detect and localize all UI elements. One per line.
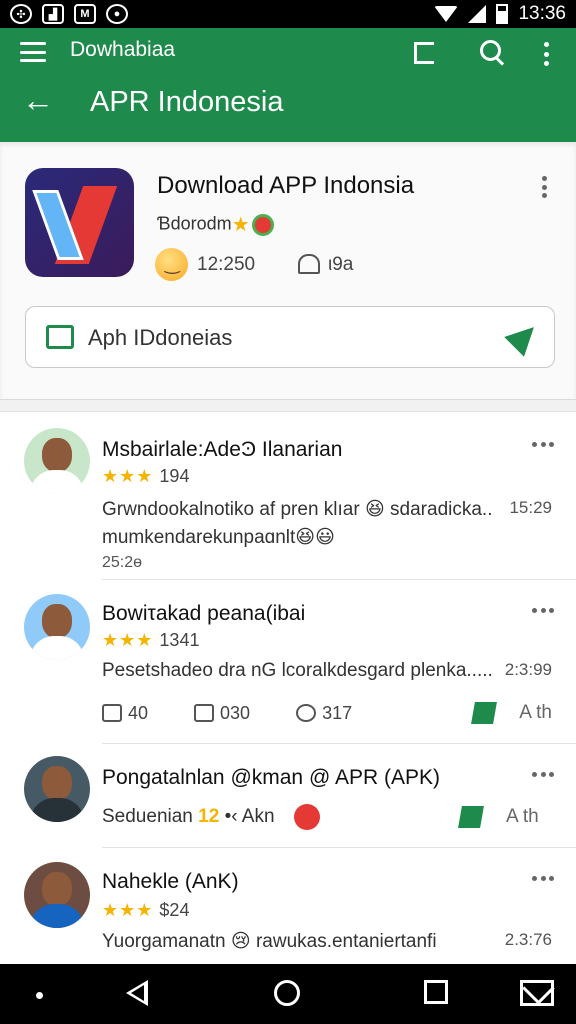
stars: ★★★ [102,630,154,650]
like-count: 40 [128,702,149,723]
rating-stars: ★★★ 194 [102,466,189,487]
settings-icon: ✣ [10,4,32,24]
avatar[interactable] [24,594,90,660]
action-label[interactable]: A th [519,702,552,724]
review-subtext: Seduenian 12 •‹ Akn [102,804,320,830]
review-text: Pesetshadeo dra nG lcoralkdesgard plenka… [102,660,493,681]
wifi-icon [434,6,459,22]
stars: ★★★ [102,900,154,920]
shield-icon: ● [106,4,128,24]
recents-icon[interactable] [424,980,448,1004]
repost-icon [194,704,215,722]
review-overflow-icon[interactable] [532,608,554,614]
review-text: Yuorgamanatn 😢 rawukas.entaniertanfi [102,931,437,952]
comment-count: 317 [322,702,353,723]
avatar[interactable] [24,428,90,494]
app-subtitle: Ɓdorodm★ [157,212,274,237]
app-name: Download APP Indonsia [157,172,415,199]
review-actions: A th [458,806,560,828]
badge: 12 [198,806,220,828]
reviewer-name: Msbairlale:AdeϿ Ilanarian [102,438,343,461]
review-text-line2: mumkendarekunpaɑnlt😆😃 [102,527,335,548]
reviewer-name: Nahekle (AnK) [102,870,239,893]
app-logo[interactable] [25,168,134,277]
review-overflow-icon[interactable] [532,876,554,882]
mail-icon[interactable] [520,980,554,1006]
rating-stars: ★★★ 1341 [102,630,199,651]
repost-count: 030 [220,702,251,723]
like-action[interactable]: 40 [102,703,148,724]
home-icon[interactable] [274,980,300,1006]
stars: ★★★ [102,466,154,486]
repost-action[interactable]: 030 [194,703,250,724]
app-top-title: Dowhabiaa [70,38,176,61]
review-text: Grwndookalnotiko af pren klıar 😆 sdaradi… [102,499,493,520]
image-icon: ▟ [42,4,64,24]
thumbs-up-icon [102,704,122,722]
review-overflow-icon[interactable] [532,442,554,448]
bell-count: ι9a [328,254,354,275]
heart-icon [293,804,320,830]
review-item[interactable]: Pongatalnlan @kman @ APR (APK) Seduenian… [0,744,576,848]
navigation-bar [0,964,576,1024]
card-overflow-icon[interactable] [540,176,548,198]
battery-icon [496,4,509,24]
tail-text: •‹ Akn [224,806,275,828]
action-label[interactable]: A th [506,806,539,828]
comment-icon [296,704,317,722]
reviewer-name: Pongatalnlan @kman @ APR (APK) [102,766,440,789]
app-subtitle-text: Ɓdorodm [157,213,232,234]
rating-stars: ★★★ $24 [102,900,189,921]
install-label: Aph IDdoneias [88,325,233,350]
review-time: 2:3:99 [504,660,552,679]
heart-eyes-emoji-icon [251,213,274,236]
avatar[interactable] [24,862,90,928]
screen: ✣ ▟ M ● 13:36 Dowhabiaa ← APR Indonesia … [0,0,576,1024]
star-count: 1341 [159,630,200,650]
overflow-menu-icon[interactable] [538,42,554,66]
flag-icon[interactable] [458,806,484,828]
flag-icon[interactable] [471,702,498,724]
review-actions: 40 030 317 A th [102,702,552,724]
install-button[interactable]: Aph IDdoneias [25,306,555,368]
dot-icon[interactable] [36,992,43,999]
bell-icon[interactable] [298,254,320,274]
review-item[interactable]: Nahekle (AnK) ★★★ $24 Yuorgamanatn 😢 rawu… [0,848,576,964]
app-bar: Dowhabiaa ← APR Indonesia [0,28,576,142]
comment-action[interactable]: 317 [296,703,352,724]
review-time: 2.3:76 [504,930,552,949]
smile-emoji-icon [155,248,188,281]
back-arrow-icon[interactable]: ← [22,84,54,116]
star-count: $24 [159,900,190,920]
mail-icon: M [74,4,96,24]
review-item[interactable]: Bowiτakad peana(ibai ★★★ 1341 Pesetshadeo… [0,580,576,744]
signal-icon [468,5,487,23]
star-count: 194 [159,466,190,486]
crop-icon[interactable] [414,42,434,64]
thumbs-up-icon [46,325,74,349]
clock-time: 13:36 [518,3,566,24]
reviewer-name: Bowiτakad peana(ibai [102,602,306,625]
search-icon[interactable] [478,38,508,68]
rating-count: 12:250 [197,254,256,275]
status-bar: ✣ ▟ M ● 13:36 [0,0,576,28]
star-icon: ★ [231,214,250,236]
back-icon[interactable] [126,980,148,1006]
page-title: APR Indonesia [90,86,284,118]
review-overflow-icon[interactable] [532,772,554,778]
send-icon[interactable] [504,317,544,357]
section-divider [0,400,576,412]
review-item[interactable]: Msbairlale:AdeϿ Ilanarian ★★★ 194 Grwndoo… [0,412,576,580]
menu-icon[interactable] [20,42,46,62]
review-time: 15:29 [509,498,552,517]
avatar[interactable] [24,756,90,822]
review-date: 25:2ɵ [102,554,143,571]
app-card: Download APP Indonsia Ɓdorodm★ 12:250 ι9… [0,142,576,400]
subtext: Seduenian [102,806,193,828]
